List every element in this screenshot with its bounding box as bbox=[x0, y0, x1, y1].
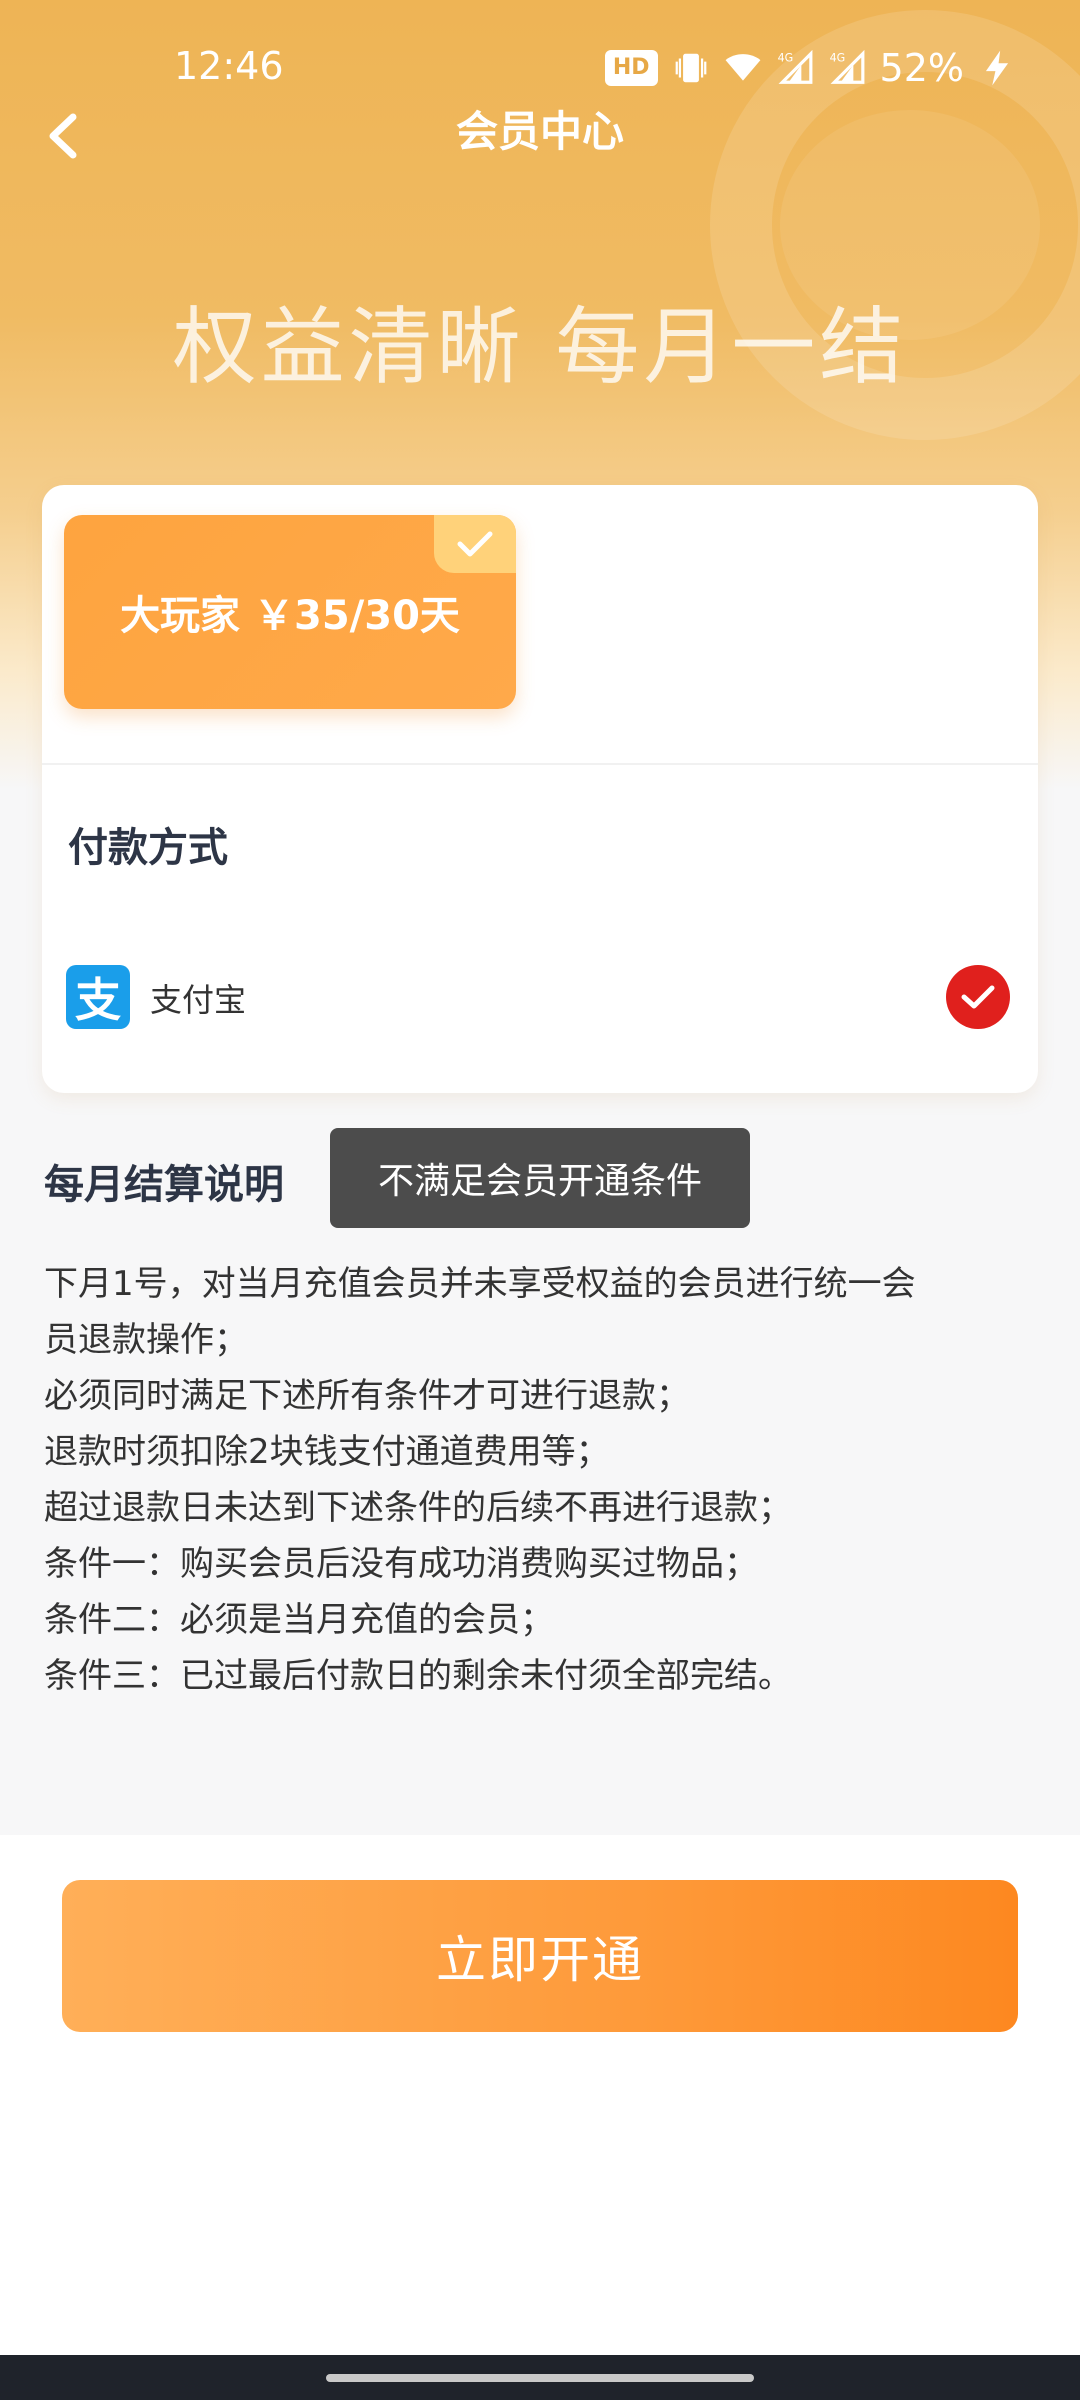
battery-percent: 52% bbox=[879, 46, 964, 90]
payment-option-label: 支付宝 bbox=[150, 981, 247, 1019]
activate-now-button[interactable]: 立即开通 bbox=[62, 1880, 1018, 2032]
toast-message: 不满足会员开通条件 bbox=[330, 1128, 750, 1228]
settlement-description: 下月1号，对当月充值会员并未享受权益的会员进行统一会 员退款操作； 必须同时满足… bbox=[44, 1256, 1034, 1704]
settlement-line: 下月1号，对当月充值会员并未享受权益的会员进行统一会 bbox=[44, 1264, 916, 1304]
settlement-line: 必须同时满足下述所有条件才可进行退款； bbox=[44, 1376, 690, 1416]
settlement-line: 超过退款日未达到下述条件的后续不再进行退款； bbox=[44, 1488, 792, 1528]
membership-card: 大玩家 ￥35/30天 付款方式 支 支付宝 bbox=[42, 485, 1038, 1093]
hd-voice-badge: HD bbox=[604, 50, 658, 86]
page-title: 会员中心 bbox=[455, 107, 624, 156]
plan-selected-check bbox=[434, 515, 516, 573]
alipay-icon: 支 bbox=[66, 965, 130, 1029]
vibrate-icon bbox=[675, 53, 706, 83]
signal-icon-2: 4G bbox=[829, 49, 864, 84]
check-icon bbox=[457, 531, 493, 557]
status-icons: HD 4G 4G 52% bbox=[604, 44, 1016, 92]
plan-option-big-player[interactable]: 大玩家 ￥35/30天 bbox=[64, 515, 516, 709]
status-time: 12:46 bbox=[174, 44, 284, 88]
settlement-line: 员退款操作； bbox=[44, 1320, 248, 1360]
divider bbox=[42, 763, 1038, 765]
check-icon bbox=[961, 985, 995, 1009]
settlement-line: 条件一：购买会员后没有成功消费购买过物品； bbox=[44, 1544, 758, 1584]
settlement-line: 条件二：必须是当月充值的会员； bbox=[44, 1600, 554, 1640]
network-type-label-2: 4G bbox=[829, 52, 845, 65]
signal-icon: 4G bbox=[777, 49, 812, 84]
payment-option-alipay[interactable]: 支 支付宝 bbox=[66, 965, 1016, 1033]
home-indicator[interactable] bbox=[326, 2374, 754, 2382]
charging-icon bbox=[985, 50, 1009, 86]
payment-method-title: 付款方式 bbox=[68, 825, 228, 871]
wifi-icon bbox=[725, 54, 760, 81]
network-type-label: 4G bbox=[777, 52, 793, 65]
settlement-line: 退款时须扣除2块钱支付通道费用等； bbox=[44, 1432, 610, 1472]
payment-selected-radio[interactable] bbox=[946, 965, 1010, 1029]
hero-slogan: 权益清晰 每月一结 bbox=[172, 298, 908, 396]
settlement-line: 条件三：已过最后付款日的剩余未付须全部完结。 bbox=[44, 1656, 792, 1696]
settlement-title: 每月结算说明 bbox=[44, 1162, 284, 1208]
